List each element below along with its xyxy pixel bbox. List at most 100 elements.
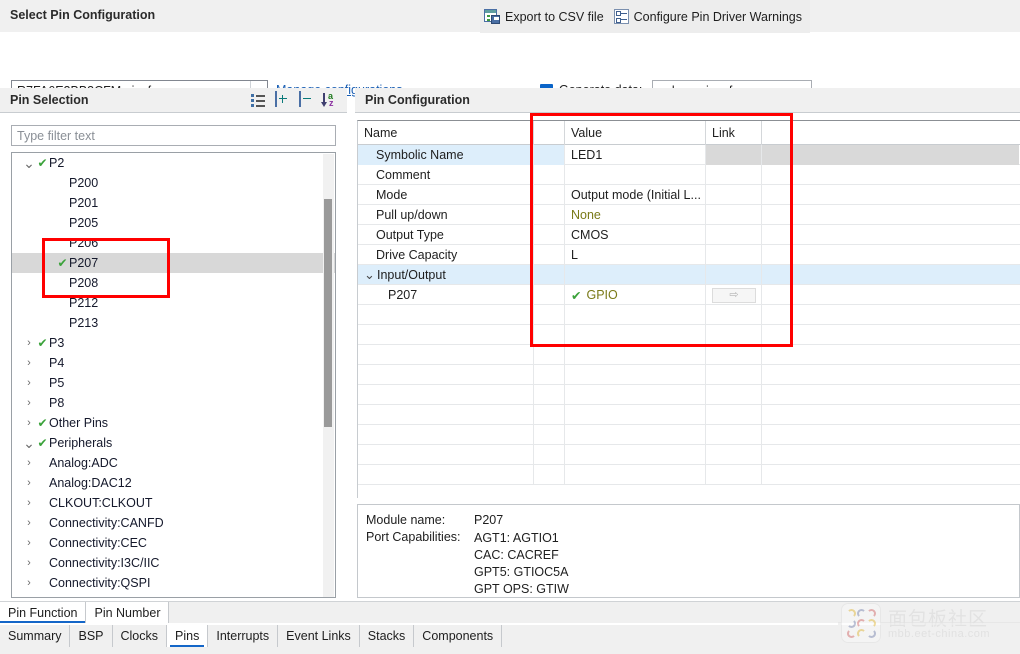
pin-filter-input[interactable]: Type filter text [11, 125, 336, 146]
cell-name[interactable]: Output Type [358, 225, 534, 245]
chevron-right-icon[interactable]: › [22, 537, 36, 549]
editor-tab-clocks[interactable]: Clocks [112, 625, 168, 647]
pin-configuration-table[interactable]: Name Value Link Symbolic Name LED1 Comment… [357, 120, 1020, 498]
pin-tree-item-p2[interactable]: ⌄ ✔ P2 [12, 153, 335, 173]
cell-value[interactable]: Output mode (Initial L... [565, 185, 706, 205]
pin-tree-item-connectivity-canfd[interactable]: › Connectivity:CANFD [12, 513, 335, 533]
cell-name[interactable]: Drive Capacity [358, 245, 534, 265]
editor-tab-event-links[interactable]: Event Links [278, 625, 360, 647]
pin-tree-item-p207[interactable]: ✔ P207 [12, 253, 335, 273]
table-header-row: Name Value Link [358, 121, 1020, 145]
column-header-extra[interactable] [762, 121, 1019, 145]
cell-value[interactable]: None [565, 205, 706, 225]
configure-pin-driver-warnings-button[interactable]: Configure Pin Driver Warnings [613, 9, 802, 24]
pin-tree-item-connectivity-cec[interactable]: › Connectivity:CEC [12, 533, 335, 553]
link-jump-button[interactable]: ⇨ [712, 287, 756, 303]
cell-value[interactable]: CMOS [565, 225, 706, 245]
chevron-right-icon[interactable]: › [22, 397, 36, 409]
table-row[interactable]: Comment [358, 165, 1020, 185]
tree-scrollbar-thumb[interactable] [324, 199, 332, 427]
cell-value[interactable]: LED1 [565, 145, 706, 165]
tree-scrollbar-track[interactable] [323, 154, 334, 597]
editor-tab-pins[interactable]: Pins [167, 625, 209, 647]
pin-tree-item-p206[interactable]: P206 [12, 233, 335, 253]
chevron-down-icon[interactable]: ⌄ [22, 436, 36, 450]
table-row[interactable]: Mode Output mode (Initial L... [358, 185, 1020, 205]
pin-tree-item-p200[interactable]: P200 [12, 173, 335, 193]
cell-name[interactable]: Mode [358, 185, 534, 205]
cell-link[interactable] [706, 205, 762, 225]
cell-link[interactable] [706, 145, 762, 165]
chevron-right-icon[interactable]: › [22, 457, 36, 469]
editor-tab-interrupts[interactable]: Interrupts [208, 625, 279, 647]
chevron-right-icon[interactable]: › [22, 577, 36, 589]
pin-tree-item-peripherals[interactable]: ⌄ ✔ Peripherals [12, 433, 335, 453]
column-header-name[interactable]: Name [358, 121, 534, 145]
chevron-down-icon[interactable]: ⌄ [22, 156, 36, 170]
editor-tab-bsp[interactable]: BSP [70, 625, 113, 647]
cell-link[interactable] [706, 185, 762, 205]
cell-link[interactable]: ⇨ [706, 285, 762, 305]
expand-all-icon[interactable] [275, 91, 291, 108]
pin-tree-item-connectivity-qspi[interactable]: › Connectivity:QSPI [12, 573, 335, 593]
cell-value[interactable]: ✔ GPIO [565, 285, 706, 305]
pin-tree-item-p3[interactable]: › ✔ P3 [12, 333, 335, 353]
cell-value[interactable] [565, 165, 706, 185]
table-row[interactable]: P207 ✔ GPIO ⇨ [358, 285, 1020, 305]
pin-tree-item-p201[interactable]: P201 [12, 193, 335, 213]
chevron-right-icon[interactable]: › [22, 517, 36, 529]
pin-tree-item-p4[interactable]: › P4 [12, 353, 335, 373]
pin-tree-item-analog-adc[interactable]: › Analog:ADC [12, 453, 335, 473]
chevron-right-icon[interactable]: › [22, 417, 36, 429]
pin-tree-item-other-pins[interactable]: › ✔ Other Pins [12, 413, 335, 433]
editor-tab-components[interactable]: Components [414, 625, 503, 647]
table-row[interactable]: Symbolic Name LED1 [358, 145, 1020, 165]
cell-link[interactable] [706, 245, 762, 265]
cell-link[interactable] [706, 225, 762, 245]
chevron-right-icon[interactable]: › [22, 337, 36, 349]
pin-tree-item-p8[interactable]: › P8 [12, 393, 335, 413]
pin-tree-item-label: Peripherals [49, 436, 113, 450]
table-row[interactable]: ⌄ Input/Output [358, 265, 1020, 285]
table-row[interactable]: Pull up/down None [358, 205, 1020, 225]
chevron-right-icon[interactable]: › [22, 497, 36, 509]
export-to-csv-button[interactable]: Export to CSV file [484, 9, 604, 24]
sort-alpha-icon[interactable]: az [321, 92, 339, 108]
cell-name[interactable]: Symbolic Name [358, 145, 534, 165]
collapse-all-icon[interactable] [299, 91, 315, 108]
pin-tree-item-p213[interactable]: P213 [12, 313, 335, 333]
pin-tree-item-p212[interactable]: P212 [12, 293, 335, 313]
chevron-down-icon[interactable]: ⌄ [364, 268, 377, 281]
tab-label: Pin Function [8, 605, 78, 620]
pin-tree-item-connectivity-i3c-iic[interactable]: › Connectivity:I3C/IIC [12, 553, 335, 573]
cell-link[interactable] [706, 165, 762, 185]
tab-pin-function[interactable]: Pin Function [0, 602, 87, 623]
editor-tab-stacks[interactable]: Stacks [359, 625, 415, 647]
tab-pin-number[interactable]: Pin Number [86, 602, 170, 623]
editor-tab-summary[interactable]: Summary [0, 625, 71, 647]
cell-name[interactable]: P207 [358, 285, 534, 305]
cell-name[interactable]: ⌄ Input/Output [358, 265, 534, 285]
cell-name[interactable]: Pull up/down [358, 205, 534, 225]
chevron-right-icon[interactable]: › [22, 357, 36, 369]
pin-tree-item-p205[interactable]: P205 [12, 213, 335, 233]
chevron-right-icon[interactable]: › [22, 377, 36, 389]
pin-tree-item-p5[interactable]: › P5 [12, 373, 335, 393]
list-view-icon[interactable] [251, 92, 267, 108]
chevron-right-icon[interactable]: › [22, 477, 36, 489]
pin-tree-rows: ⌄ ✔ P2 P200 P201 P205 P206 ✔ P207 P208 P212 P213 › ✔ P… [12, 153, 335, 593]
table-row[interactable]: Output Type CMOS [358, 225, 1020, 245]
cell-name[interactable]: Comment [358, 165, 534, 185]
table-row[interactable]: Drive Capacity L [358, 245, 1020, 265]
column-header-spacer[interactable] [534, 121, 565, 145]
column-header-value[interactable]: Value [565, 121, 706, 145]
cell-value[interactable]: L [565, 245, 706, 265]
pin-selection-tree[interactable]: ⌄ ✔ P2 P200 P201 P205 P206 ✔ P207 P208 P212 P213 › ✔ P… [11, 152, 336, 598]
chevron-right-icon[interactable]: › [22, 557, 36, 569]
pin-tree-item-clkout-clkout[interactable]: › CLKOUT:CLKOUT [12, 493, 335, 513]
cell-link[interactable] [706, 265, 762, 285]
pin-tree-item-analog-dac12[interactable]: › Analog:DAC12 [12, 473, 335, 493]
pin-tree-item-p208[interactable]: P208 [12, 273, 335, 293]
cell-value[interactable] [565, 265, 706, 285]
column-header-link[interactable]: Link [706, 121, 762, 145]
